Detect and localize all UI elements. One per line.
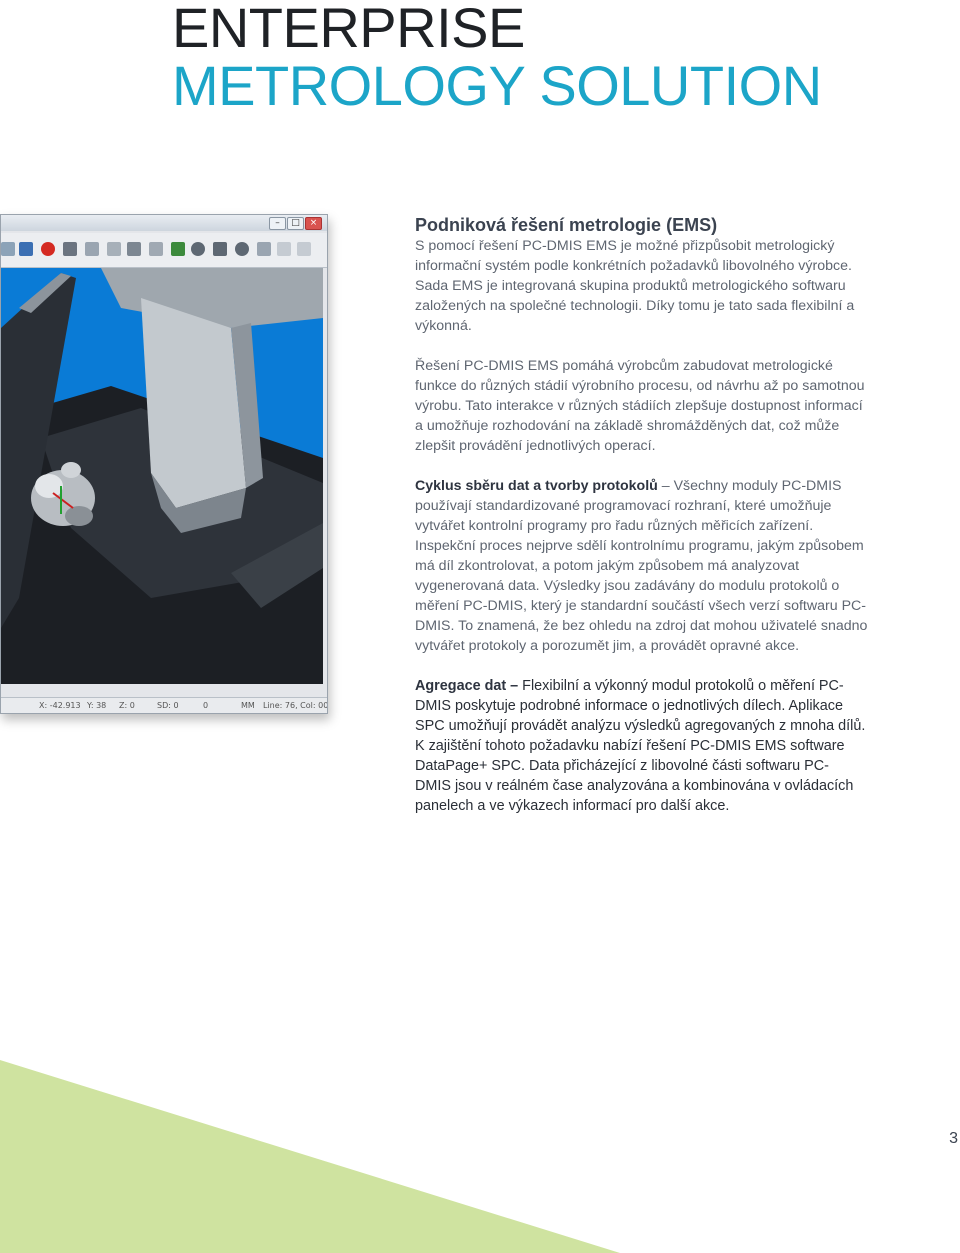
text-line: Sada EMS je integrovaná skupina produktů… (415, 278, 846, 294)
title-line-2: METROLOGY SOLUTION (172, 54, 822, 117)
toolbar-icon (149, 242, 163, 256)
status-x: X: -42.913 (39, 701, 81, 710)
text-line: Inspekční proces nejprve sdělí kontrolní… (415, 538, 864, 554)
circle-icon (235, 242, 249, 256)
probe-icon (85, 242, 99, 256)
section-integration: Řešení PC-DMIS EMS pomáhá výrobcům zabud… (415, 356, 955, 456)
text-line: založených na společné technologii. Díky… (415, 298, 855, 314)
title-line-1: ENTERPRISE (172, 0, 525, 59)
text-line: měření PC-DMIS, který je standardní souč… (415, 598, 867, 614)
record-icon (41, 242, 55, 256)
aggregation-first-line: Flexibilní a výkonný modul protokolů o m… (518, 678, 844, 694)
text-line: panelech a ve výkazech informací pro dal… (415, 798, 730, 814)
status-units: MM (241, 701, 255, 710)
grid-icon (19, 242, 33, 256)
text-line: DMIS. To znamená, že bez ohledu na zdroj… (415, 618, 868, 634)
intro-paragraph: S pomocí řešení PC-DMIS EMS je možné při… (415, 236, 955, 336)
toolbar (1, 233, 327, 268)
text-line: výkonná. (415, 318, 472, 334)
status-bar: X: -42.913 Y: 38 Z: 0 SD: 0 0 MM Line: 7… (1, 697, 328, 713)
text-line: zlepšit provádění jednotlivých operací. (415, 438, 656, 454)
text-line: vytvářet protokoly a porozumět jim, a pr… (415, 638, 800, 654)
aggregation-lead: Agregace dat – (415, 678, 519, 694)
move-icon (63, 242, 77, 256)
toolbar-icon (127, 242, 141, 256)
square-icon (213, 242, 227, 256)
status-z: Z: 0 (119, 701, 135, 710)
text-line: a umožňuje rozhodování na základě shromá… (415, 418, 840, 434)
text-line: výrobu. Tato interakce v různých stádiíc… (415, 398, 863, 414)
status-sd: SD: 0 (157, 701, 179, 710)
integration-paragraph: Řešení PC-DMIS EMS pomáhá výrobcům zabud… (415, 356, 955, 456)
section-data-cycle: Cyklus sběru dat a tvorby protokolů – Vš… (415, 476, 955, 656)
text-line: Cyklus sběru dat a tvorby protokolů – Vš… (415, 476, 955, 496)
toolbar-icon (297, 242, 311, 256)
window-titlebar: – □ × (1, 215, 327, 231)
text-line: používají standardizované programovací r… (415, 498, 832, 514)
software-window: – □ × X: -42.913 Y: 38 Z: 0 SD: 0 0 MM L… (0, 214, 328, 714)
text-line: má díl zkontrolovat, a potom jakým způso… (415, 558, 800, 574)
text-line: informační systém podle konkrétních poža… (415, 258, 852, 274)
circle-icon (191, 242, 205, 256)
data-cycle-paragraph: Cyklus sběru dat a tvorby protokolů – Vš… (415, 476, 955, 656)
3d-viewport (1, 268, 323, 684)
data-cycle-lead: Cyklus sběru dat a tvorby protokolů (415, 478, 658, 494)
close-icon: × (305, 217, 322, 230)
status-cursor: Line: 76, Col: 001 (263, 701, 328, 710)
text-line: Řešení PC-DMIS EMS pomáhá výrobcům zabud… (415, 358, 833, 374)
page-number: 3 (949, 1130, 958, 1147)
section-ems: Podniková řešení metrologie (EMS) S pomo… (415, 214, 955, 336)
text-line: vygenerovaná data. Výsledky jsou zadáván… (415, 578, 840, 594)
text-line: K zajištění tohoto požadavku nabízí řeše… (415, 738, 845, 754)
data-cycle-first-line: – Všechny moduly PC-DMIS (657, 478, 842, 494)
plot-icon (171, 242, 185, 256)
text-line: S pomocí řešení PC-DMIS EMS je možné při… (415, 238, 835, 254)
status-y: Y: 38 (87, 701, 107, 710)
aggregation-paragraph: Agregace dat – Flexibilní a výkonný modu… (415, 676, 955, 816)
minimize-icon: – (269, 217, 286, 230)
text-line: SPC umožňují provádět analýzu výsledků a… (415, 718, 866, 734)
text-line: DMIS jsou v reálném čase analyzována a k… (415, 778, 854, 794)
decorative-green-triangle (0, 1060, 620, 1253)
text-line: funkce do různých stádií výrobního proce… (415, 378, 865, 394)
text-line: DMIS poskytuje podrobné informace o jedn… (415, 698, 843, 714)
text-line: DataPage+ SPC. Data přicházející z libov… (415, 758, 829, 774)
toolbar-icon (257, 242, 271, 256)
toolbar-icon (277, 242, 291, 256)
maximize-icon: □ (287, 217, 304, 230)
bridge-shape (101, 268, 323, 328)
software-screenshot: – □ × X: -42.913 Y: 38 Z: 0 SD: 0 0 MM L… (0, 214, 330, 724)
section-data-aggregation: Agregace dat – Flexibilní a výkonný modu… (415, 676, 955, 816)
section-heading: Podniková řešení metrologie (EMS) (415, 215, 718, 235)
toolbar-icon (1, 242, 15, 256)
text-line: Agregace dat – Flexibilní a výkonný modu… (415, 676, 955, 696)
text-line: vytvářet kontrolní programy pro řadu růz… (415, 518, 814, 534)
bridge-leg-shape (141, 298, 246, 508)
edit-icon (107, 242, 121, 256)
cmm-scene-illustration (1, 268, 323, 684)
status-value: 0 (203, 701, 209, 710)
